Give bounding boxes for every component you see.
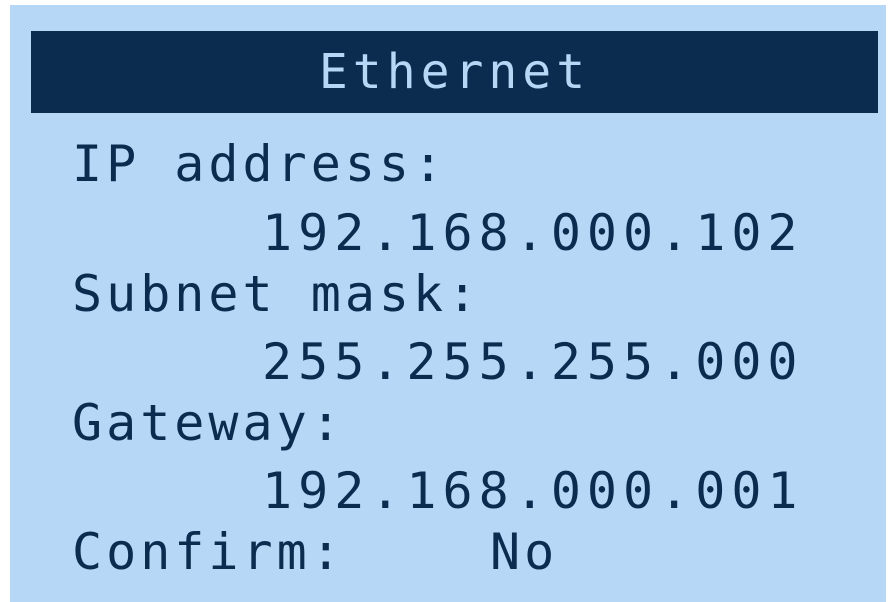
confirm-value[interactable]: No (490, 522, 558, 582)
confirm-label: Confirm: (72, 523, 345, 581)
ip-address-value[interactable]: 192.168.000.102 (262, 203, 804, 263)
gateway-label: Gateway: (72, 394, 345, 452)
screen-title: Ethernet (318, 44, 591, 100)
gateway-value[interactable]: 192.168.000.001 (262, 461, 804, 521)
title-bar: Ethernet (31, 31, 878, 113)
subnet-mask-label: Subnet mask: (72, 265, 482, 323)
ip-address-label: IP address: (72, 135, 448, 193)
subnet-mask-value[interactable]: 255.255.255.000 (262, 332, 804, 392)
lcd-screen: Ethernet IP address: 192.168.000.102 Sub… (10, 5, 886, 602)
